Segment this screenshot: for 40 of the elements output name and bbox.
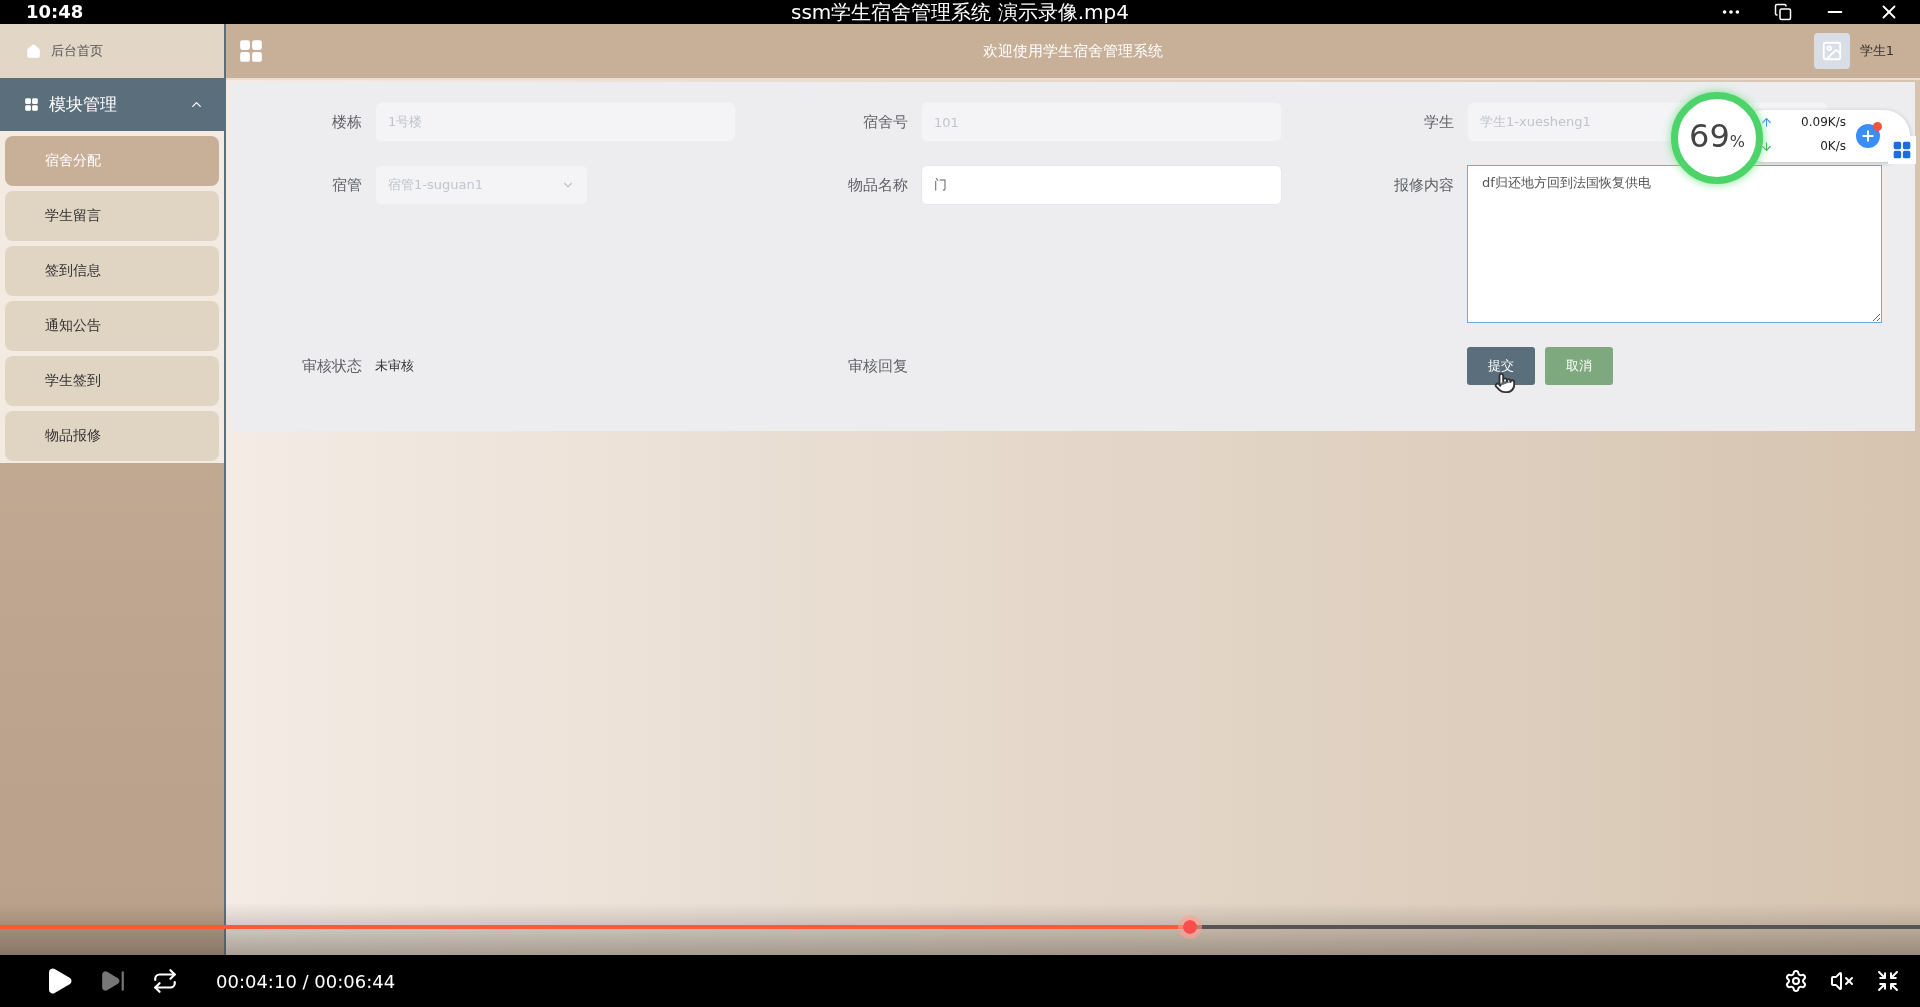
next-icon[interactable]	[100, 968, 126, 994]
download-icon	[1760, 139, 1773, 153]
field-label: 学生	[1423, 112, 1454, 133]
menu-item[interactable]: 签到信息	[5, 246, 219, 296]
field-label: 宿舍号	[862, 112, 908, 133]
menu-item[interactable]: 物品报修	[5, 411, 219, 461]
menu-item[interactable]: 学生签到	[5, 356, 219, 406]
window-icon[interactable]	[1774, 3, 1792, 21]
hand-cursor-icon	[1494, 372, 1516, 394]
exit-fullscreen-icon[interactable]	[1876, 969, 1900, 993]
form-button[interactable]: 提交	[1467, 347, 1535, 385]
field-value: 未审核	[375, 357, 414, 375]
menu-section[interactable]: 模块管理	[0, 78, 224, 131]
field-label: 审核回复	[847, 356, 908, 377]
plus-icon	[1860, 128, 1876, 144]
video-title: ssm学生宿舍管理系统 演示录像.mp4	[791, 0, 1129, 24]
field-label: 审核状态	[301, 356, 362, 377]
home-menu-item[interactable]: 后台首页	[0, 24, 224, 78]
menu-item[interactable]: 学生留言	[5, 191, 219, 241]
settings-icon[interactable]	[1784, 969, 1808, 993]
header-title: 欢迎使用学生宿舍管理系统	[983, 41, 1163, 61]
grid-icon	[1892, 140, 1912, 160]
grid-icon	[24, 97, 39, 112]
field-label: 物品名称	[847, 175, 908, 196]
field-label: 宿管	[331, 175, 362, 196]
menu-item[interactable]: 通知公告	[5, 301, 219, 351]
field-label: 报修内容	[1393, 175, 1454, 196]
muted-volume-icon[interactable]	[1830, 969, 1854, 993]
download-speed: 0K/s	[1819, 139, 1846, 153]
image-icon	[1820, 40, 1843, 62]
playback-time: 00:04:10 / 00:06:44	[216, 970, 396, 992]
field-label: 楼栋	[331, 112, 362, 133]
text-field[interactable]: 门	[921, 165, 1282, 205]
home-icon	[26, 43, 41, 59]
loop-icon[interactable]	[152, 968, 178, 994]
user-name: 学生1	[1859, 42, 1894, 60]
upload-icon	[1760, 115, 1773, 129]
notification-dot	[1873, 122, 1882, 131]
clock: 10:48	[26, 1, 84, 23]
textarea-field[interactable]: df归还地方回到法国恢复供电	[1467, 165, 1882, 323]
